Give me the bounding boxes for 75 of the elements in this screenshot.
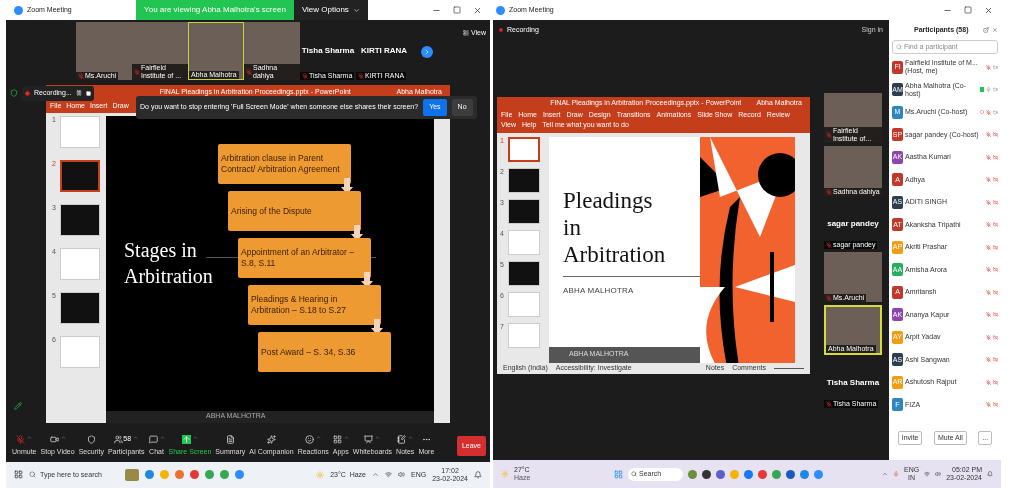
notification-icon[interactable] xyxy=(474,470,482,479)
search-icon xyxy=(896,44,902,50)
muted-mic-icon xyxy=(826,131,832,138)
notepad-icon xyxy=(397,434,407,444)
participant-name-display: Tisha Sharma xyxy=(826,376,880,389)
muted-mic-icon xyxy=(826,294,832,301)
caret-icon[interactable] xyxy=(159,434,165,440)
caret-icon[interactable] xyxy=(133,434,139,440)
maximize-icon[interactable] xyxy=(964,6,972,14)
participant-name-display: KIRTI RANA xyxy=(360,45,408,57)
pencil-icon[interactable] xyxy=(14,402,22,410)
caret-icon[interactable] xyxy=(27,434,33,440)
pause-icon[interactable] xyxy=(75,90,82,97)
process-step: Post Award – S. 34, S.36 xyxy=(258,332,391,372)
muted-mic-icon xyxy=(302,73,308,79)
slide-author: ABHA MALHOTRA xyxy=(563,284,635,297)
weather-icon xyxy=(501,470,509,478)
muted-mic-icon xyxy=(826,241,832,248)
search-icon xyxy=(29,471,36,479)
pop-out-icon[interactable] xyxy=(983,27,989,33)
muted-mic-icon xyxy=(16,434,26,444)
down-arrow-icon xyxy=(341,178,353,194)
sparkle-icon xyxy=(266,434,276,444)
notification-icon[interactable] xyxy=(987,471,993,477)
whiteboard-icon xyxy=(364,434,374,444)
close-icon[interactable] xyxy=(984,5,993,15)
close-icon[interactable] xyxy=(473,5,482,15)
video-camera-icon xyxy=(49,434,59,444)
down-arrow-icon xyxy=(361,272,373,288)
maximize-icon[interactable] xyxy=(453,6,461,14)
down-arrow-icon xyxy=(371,319,383,335)
grid-icon xyxy=(332,434,342,444)
caret-icon[interactable] xyxy=(343,434,349,440)
shield-icon xyxy=(86,434,96,444)
zoom-logo-icon xyxy=(14,5,23,15)
zoom-logo-icon xyxy=(496,5,505,15)
wifi-icon xyxy=(924,471,931,477)
list-icon xyxy=(462,30,469,37)
search-icon xyxy=(631,471,637,477)
record-dot-icon xyxy=(25,90,30,96)
down-arrow-icon xyxy=(351,225,363,241)
caret-icon[interactable] xyxy=(60,434,66,440)
chat-bubble-icon xyxy=(148,434,158,444)
caret-icon[interactable] xyxy=(316,434,322,440)
muted-mic-icon xyxy=(826,188,832,195)
mic-icon xyxy=(893,471,899,477)
muted-mic-icon xyxy=(246,69,252,75)
participant-name-display: Tisha Sharma xyxy=(301,45,355,57)
speaker-icon xyxy=(935,471,942,477)
document-icon xyxy=(225,434,235,444)
windows-logo-icon[interactable] xyxy=(14,470,23,480)
slide-title: Stages in Arbitration xyxy=(124,238,214,290)
weather-icon xyxy=(316,470,325,479)
caret-icon[interactable] xyxy=(408,434,414,440)
muted-mic-icon xyxy=(358,73,364,79)
slide-title: Pleadings in Arbitration xyxy=(563,186,666,268)
record-dot-icon xyxy=(499,28,503,32)
muted-mic-icon xyxy=(826,400,832,407)
shield-icon xyxy=(10,89,18,98)
slide-thumbnail[interactable] xyxy=(508,136,540,162)
smiley-icon xyxy=(305,434,315,444)
slide-thumbnail[interactable] xyxy=(60,160,100,192)
next-page-icon[interactable] xyxy=(421,46,433,58)
people-icon xyxy=(114,434,124,444)
view-options-button[interactable]: View Options xyxy=(293,0,368,20)
caret-icon[interactable] xyxy=(375,434,381,440)
muted-mic-icon xyxy=(78,73,84,79)
speaker-icon xyxy=(398,471,405,479)
caret-icon xyxy=(352,6,360,14)
caret-icon[interactable] xyxy=(192,434,198,440)
stop-icon[interactable] xyxy=(85,90,91,96)
muted-mic-icon xyxy=(134,69,140,75)
viewing-banner: You are viewing Abha Malhotra's screen xyxy=(136,0,294,20)
participant-name-display: sagar pandey xyxy=(827,217,879,230)
wifi-icon xyxy=(385,471,392,479)
